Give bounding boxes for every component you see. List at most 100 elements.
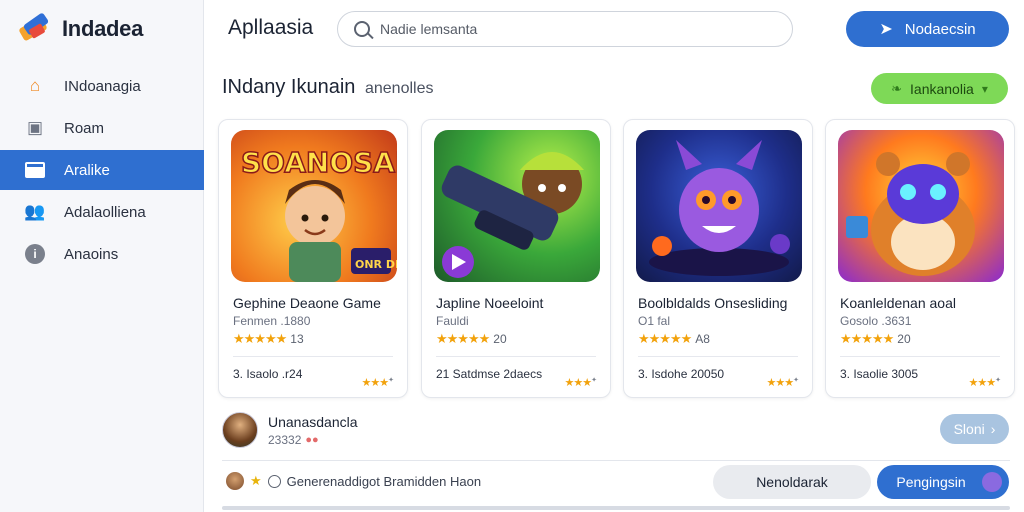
footer-info: ★ Generenaddigot Bramidden Haon (226, 472, 481, 490)
card-footer-text: 3. Isdohe 20050 (638, 367, 725, 381)
sidebar-item-label: Roam (64, 119, 105, 137)
brand-logo-icon (18, 12, 52, 44)
footer-star-icon: ★★★✦ (968, 377, 1001, 389)
game-art-image: SOANOSAI ONR DIIAK (240, 145, 397, 282)
game-card-grid: SOANOSAI ONR DIIAK Gephine Deaone Game F… (218, 119, 1015, 399)
thumbnail-logo-text: SOANOSAI (241, 146, 397, 179)
sidebar-item-room[interactable]: ▣ Roam (0, 108, 204, 148)
next-button-label: Sloni (953, 421, 985, 437)
trophy-icon: ★ (250, 473, 262, 488)
star-rating-icon: ★★★★★ (840, 331, 894, 346)
search-bar[interactable] (337, 11, 793, 47)
rating-count: 13 (290, 332, 304, 346)
rating-count: 20 (897, 332, 911, 346)
rating-count: 20 (493, 332, 507, 346)
filter-dropdown-button[interactable]: ❧ Iankanolia ▾ (871, 73, 1008, 104)
confirm-button-label: Pengingsin (896, 474, 966, 490)
card-title: Boolbldalds Onsesliding (638, 295, 788, 311)
sidebar-item-apps[interactable]: Aralike (0, 150, 204, 190)
user-meta: 23332 ●● (268, 433, 358, 447)
game-thumbnail[interactable] (636, 130, 802, 282)
search-icon (354, 21, 370, 37)
sidebar-item-label: Anaoins (64, 245, 119, 263)
card-divider (638, 356, 798, 357)
footer-text: Generenaddigot Bramidden Haon (286, 473, 482, 489)
brand[interactable]: Indadea (18, 12, 144, 44)
search-input[interactable] (380, 21, 780, 37)
card-subtitle: O1 fal (638, 314, 671, 328)
sidebar-item-label: INdoanagia (64, 77, 141, 95)
card-subtitle: Fenmen .1880 (233, 314, 311, 328)
card-rating: ★★★★★ A8 (638, 331, 710, 347)
section-subtitle: anenolles (364, 80, 434, 97)
card-title: Gephine Deaone Game (233, 295, 381, 311)
footer-star-icon: ★★★✦ (766, 377, 799, 389)
card-rating: ★★★★★ 20 (436, 331, 507, 347)
game-thumbnail[interactable] (434, 130, 600, 282)
thumbnail-badge-text: ONR DIIAK (355, 258, 397, 271)
next-button[interactable]: Sloni › (940, 414, 1009, 444)
section-title: INdany Ikunain anenolles (222, 76, 433, 99)
confirm-button[interactable]: Pengingsin (877, 465, 1009, 499)
footer-star-icon: ★★★✦ (361, 377, 394, 389)
sidebar-item-label: Aralike (64, 161, 110, 179)
sidebar: Indadea ⌂ INdoanagia ▣ Roam Aralike 👥 Ad… (0, 0, 204, 512)
avatar (226, 472, 244, 490)
avatar[interactable] (222, 412, 258, 448)
sidebar-item-label: Adalaolliena (64, 203, 146, 221)
brand-name: Indadea (62, 16, 144, 41)
home-icon: ⌂ (29, 76, 41, 95)
toggle-knob-icon (981, 472, 1002, 492)
card-divider (233, 356, 393, 357)
game-art-image (441, 152, 584, 278)
card-subtitle: Fauldi (436, 314, 469, 328)
card-footer-text: 3. Isaolie 3005 (840, 367, 919, 381)
secondary-button-label: Nenoldarak (756, 474, 828, 490)
send-icon: ➤ (879, 21, 893, 38)
game-card[interactable]: Boolbldalds Onsesliding O1 fal ★★★★★ A8 … (623, 119, 813, 398)
card-divider (436, 356, 596, 357)
sidebar-item-home[interactable]: ⌂ INdoanagia (0, 66, 204, 106)
game-thumbnail[interactable]: SOANOSAI ONR DIIAK (231, 130, 397, 282)
users-icon: 👥 (24, 202, 46, 221)
card-rating: ★★★★★ 13 (233, 331, 304, 347)
secondary-button[interactable]: Nenoldarak (713, 465, 871, 499)
card-rating: ★★★★★ 20 (840, 331, 911, 347)
sidebar-item-info[interactable]: i Anaoins (0, 234, 204, 274)
card-divider (840, 356, 1000, 357)
mail-icon (24, 159, 46, 181)
star-rating-icon: ★★★★★ (233, 331, 287, 346)
chevron-down-icon: ▾ (981, 81, 988, 96)
card-title: Koanleldenan aoal (840, 295, 956, 311)
room-icon: ▣ (26, 118, 44, 137)
user-meta-value: 23332 (268, 432, 302, 447)
sidebar-nav: ⌂ INdoanagia ▣ Roam Aralike 👥 Adalaollie… (0, 66, 204, 276)
clock-icon (267, 474, 281, 488)
card-footer-text: 21 Satdmse 2daecs (436, 367, 543, 381)
card-footer-text: 3. Isaolo .r24 (233, 367, 303, 381)
game-card[interactable]: Koanleldenan aoal Gosolo .3631 ★★★★★ 20 … (825, 119, 1015, 398)
card-subtitle: Gosolo .3631 (840, 314, 912, 328)
sidebar-item-users[interactable]: 👥 Adalaolliena (0, 192, 204, 232)
user-row[interactable]: Unanasdancla 23332 ●● (222, 412, 358, 448)
leaf-icon: ❧ (891, 80, 903, 96)
section-title-text: INdany Ikunain (222, 76, 356, 98)
chevron-right-icon: › (990, 421, 996, 437)
game-thumbnail[interactable] (838, 130, 1004, 282)
egg-icon: ●● (305, 433, 319, 446)
info-icon: i (24, 243, 46, 265)
rating-count: A8 (695, 332, 710, 346)
divider (222, 460, 1010, 461)
bottom-scrollbar[interactable] (222, 506, 1010, 510)
star-rating-icon: ★★★★★ (436, 331, 490, 346)
game-art-image (846, 152, 975, 276)
game-card[interactable]: SOANOSAI ONR DIIAK Gephine Deaone Game F… (218, 119, 408, 398)
filter-button-label: Iankanolia (910, 80, 974, 97)
game-art-image (649, 140, 790, 276)
star-rating-icon: ★★★★★ (638, 331, 692, 346)
user-name: Unanasdancla (268, 413, 358, 430)
page-title: Apllaasia (228, 16, 314, 39)
primary-send-button[interactable]: ➤ Nodaecsin (846, 11, 1009, 47)
game-card[interactable]: Japline Noeeloint Fauldi ★★★★★ 20 21 Sat… (421, 119, 611, 398)
footer-star-icon: ★★★✦ (564, 377, 597, 389)
